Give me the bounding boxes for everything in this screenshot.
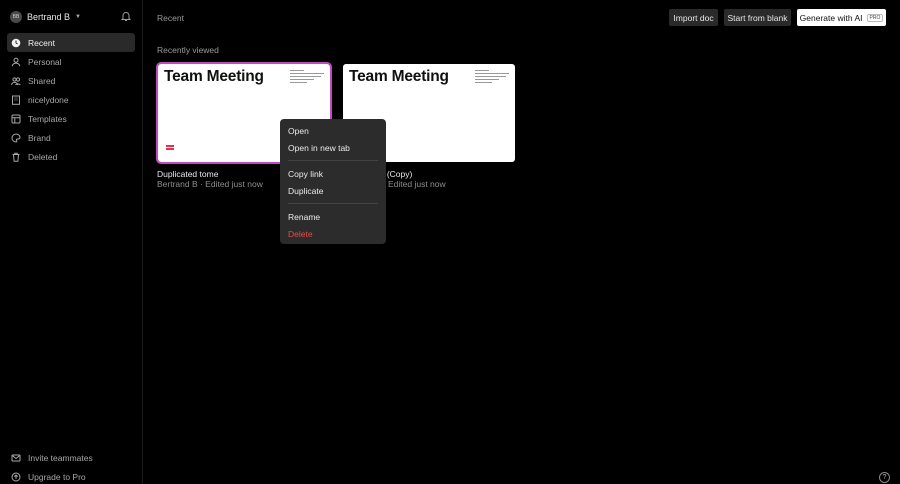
- start-from-blank-button[interactable]: Start from blank: [724, 9, 791, 26]
- menu-item-open-new-tab[interactable]: Open in new tab: [280, 139, 386, 156]
- thumbnail-text-lines: [475, 70, 509, 85]
- user-name: Bertrand B: [27, 12, 71, 22]
- upgrade-button[interactable]: Upgrade to Pro: [7, 467, 135, 484]
- template-icon: [11, 114, 21, 123]
- sidebar-nav: Recent Personal Shared nicelydone Templa…: [7, 33, 135, 166]
- invite-teammates-button[interactable]: Invite teammates: [7, 448, 135, 467]
- chevron-down-icon: ▼: [75, 14, 81, 20]
- section-title: Recently viewed: [157, 45, 219, 55]
- sidebar-item-label: Recent: [28, 37, 55, 48]
- sidebar-item-personal[interactable]: Personal: [7, 52, 135, 71]
- context-menu: Open Open in new tab Copy link Duplicate…: [280, 119, 386, 244]
- menu-divider: [288, 203, 378, 204]
- menu-item-delete[interactable]: Delete: [280, 225, 386, 242]
- bell-icon[interactable]: [120, 10, 132, 22]
- import-doc-button[interactable]: Import doc: [669, 9, 718, 26]
- sidebar-item-label: Shared: [28, 75, 56, 86]
- doc-meta: Edited just now: [388, 179, 446, 189]
- generate-with-ai-button[interactable]: Generate with AI PRO: [797, 9, 886, 26]
- sidebar-item-templates[interactable]: Templates: [7, 109, 135, 128]
- brand-logo-icon: [166, 145, 174, 152]
- menu-item-duplicate[interactable]: Duplicate: [280, 182, 386, 199]
- thumbnail-text-lines: [290, 70, 324, 85]
- sidebar-item-label: Personal: [28, 56, 62, 67]
- breadcrumb: Recent: [157, 13, 184, 23]
- menu-item-rename[interactable]: Rename: [280, 208, 386, 225]
- doc-meta: Bertrand B · Edited just now: [157, 179, 263, 189]
- menu-divider: [288, 160, 378, 161]
- sidebar-item-recent[interactable]: Recent: [7, 33, 135, 52]
- upgrade-label: Upgrade to Pro: [28, 471, 86, 482]
- sidebar: BB Bertrand B ▼ Recent Personal Shared n…: [0, 0, 143, 484]
- sidebar-item-label: Templates: [28, 113, 67, 124]
- menu-item-copy-link[interactable]: Copy link: [280, 165, 386, 182]
- thumbnail-title: Team Meeting: [349, 68, 449, 85]
- doc-name[interactable]: Duplicated tome: [157, 169, 218, 179]
- thumbnail-title: Team Meeting: [164, 68, 264, 85]
- menu-item-open[interactable]: Open: [280, 122, 386, 139]
- pro-badge: PRO: [866, 13, 884, 22]
- user-icon: [11, 57, 21, 66]
- help-icon[interactable]: ?: [879, 472, 890, 483]
- avatar: BB: [10, 11, 22, 23]
- generate-label: Generate with AI: [799, 12, 863, 23]
- sidebar-item-shared[interactable]: Shared: [7, 71, 135, 90]
- clock-icon: [11, 38, 21, 47]
- sidebar-item-nicelydone[interactable]: nicelydone: [7, 90, 135, 109]
- sidebar-item-label: Deleted: [28, 151, 58, 162]
- sidebar-item-deleted[interactable]: Deleted: [7, 147, 135, 166]
- users-icon: [11, 76, 21, 85]
- sidebar-item-label: nicelydone: [28, 94, 69, 105]
- sidebar-item-brand[interactable]: Brand: [7, 128, 135, 147]
- upgrade-icon: [11, 472, 21, 481]
- palette-icon: [11, 132, 21, 143]
- invite-label: Invite teammates: [28, 452, 93, 463]
- user-menu[interactable]: BB Bertrand B ▼: [10, 9, 81, 25]
- mail-icon: [11, 454, 21, 461]
- sidebar-bottom: Invite teammates Upgrade to Pro: [7, 448, 135, 484]
- building-icon: [12, 95, 20, 105]
- trash-icon: [12, 152, 20, 162]
- sidebar-item-label: Brand: [28, 132, 51, 143]
